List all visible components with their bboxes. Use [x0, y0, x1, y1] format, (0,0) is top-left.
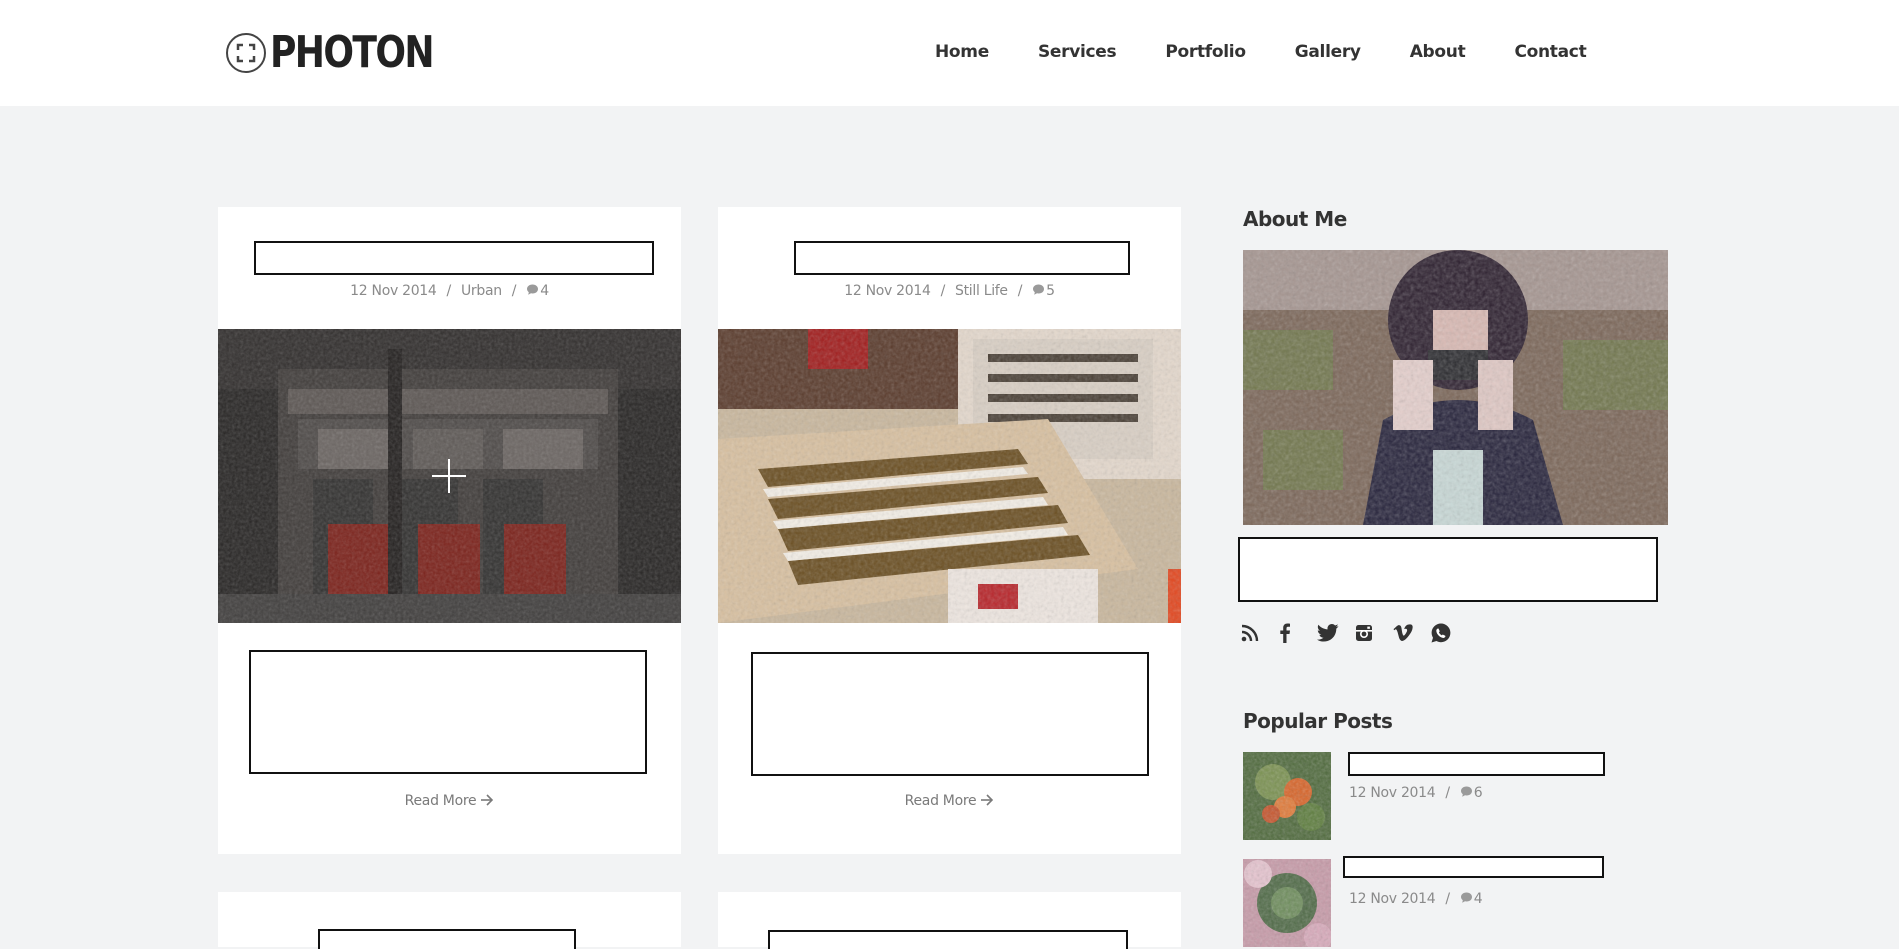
social-links [1241, 622, 1469, 644]
nav-home[interactable]: Home [935, 40, 989, 64]
post-card: 12 Nov 2014/Still Life/5 Read More [718, 207, 1181, 854]
about-me-text-placeholder [1238, 537, 1658, 602]
brand-name: PHOTON [270, 27, 435, 78]
post-title-placeholder[interactable] [768, 930, 1128, 949]
comment-icon [526, 283, 539, 300]
arrow-right-icon [980, 793, 994, 809]
post-card [218, 892, 681, 949]
facebook-icon[interactable] [1279, 622, 1317, 644]
read-more-link[interactable]: Read More [718, 793, 1181, 809]
comment-count: 4 [540, 283, 549, 299]
twitter-icon[interactable] [1317, 622, 1355, 644]
site-logo[interactable]: PHOTON [226, 28, 469, 78]
post-card [718, 892, 1181, 949]
post-excerpt-placeholder [249, 650, 647, 774]
rss-icon[interactable] [1241, 622, 1279, 644]
popular-post-title-placeholder[interactable] [1343, 856, 1604, 878]
instagram-icon[interactable] [1355, 622, 1393, 644]
post-title-placeholder[interactable] [254, 241, 654, 275]
post-excerpt-placeholder [751, 652, 1149, 776]
nav-about[interactable]: About [1410, 40, 1466, 64]
plus-crosshair-icon[interactable] [432, 459, 466, 493]
about-me-title: About Me [1243, 207, 1347, 231]
popular-post-title-placeholder[interactable] [1348, 752, 1605, 776]
post-meta: 12 Nov 2014/Still Life/5 [844, 283, 1055, 300]
popular-post-thumbnail[interactable] [1243, 859, 1331, 947]
post-category[interactable]: Urban [461, 283, 502, 299]
post-category[interactable]: Still Life [955, 283, 1008, 299]
post-meta: 12 Nov 2014/Urban/4 [350, 283, 549, 300]
nav-portfolio[interactable]: Portfolio [1165, 40, 1246, 64]
post-card: 12 Nov 2014/Urban/4 Read More [218, 207, 681, 854]
main-nav: Home Services Portfolio Gallery About Co… [935, 40, 1635, 64]
popular-post-meta: 12 Nov 2014/6 [1349, 785, 1483, 802]
post-image-urban[interactable] [218, 329, 681, 623]
vimeo-icon[interactable] [1393, 622, 1431, 644]
comment-icon [1460, 785, 1473, 802]
post-date: 12 Nov 2014 [350, 283, 437, 299]
comment-count: 5 [1046, 283, 1055, 299]
comment-icon [1460, 891, 1473, 908]
popular-post-meta: 12 Nov 2014/4 [1349, 891, 1483, 908]
popular-post-thumbnail[interactable] [1243, 752, 1331, 840]
read-more-link[interactable]: Read More [218, 793, 681, 809]
comment-icon [1032, 283, 1045, 300]
post-image-still-life[interactable] [718, 329, 1181, 623]
comment-count: 6 [1473, 785, 1483, 801]
post-date: 12 Nov 2014 [1349, 891, 1436, 907]
post-date: 12 Nov 2014 [844, 283, 931, 299]
nav-gallery[interactable]: Gallery [1295, 40, 1361, 64]
about-me-photo [1243, 250, 1668, 525]
comment-count: 4 [1473, 891, 1483, 907]
nav-services[interactable]: Services [1038, 40, 1117, 64]
arrow-right-icon [480, 793, 494, 809]
nav-contact[interactable]: Contact [1514, 40, 1586, 64]
popular-posts-title: Popular Posts [1243, 709, 1393, 733]
post-date: 12 Nov 2014 [1349, 785, 1436, 801]
whatsapp-icon[interactable] [1431, 622, 1469, 644]
post-title-placeholder[interactable] [318, 929, 576, 949]
site-header: PHOTON Home Services Portfolio Gallery A… [0, 0, 1899, 106]
focus-frame-icon [226, 33, 266, 73]
post-title-placeholder[interactable] [794, 241, 1130, 275]
